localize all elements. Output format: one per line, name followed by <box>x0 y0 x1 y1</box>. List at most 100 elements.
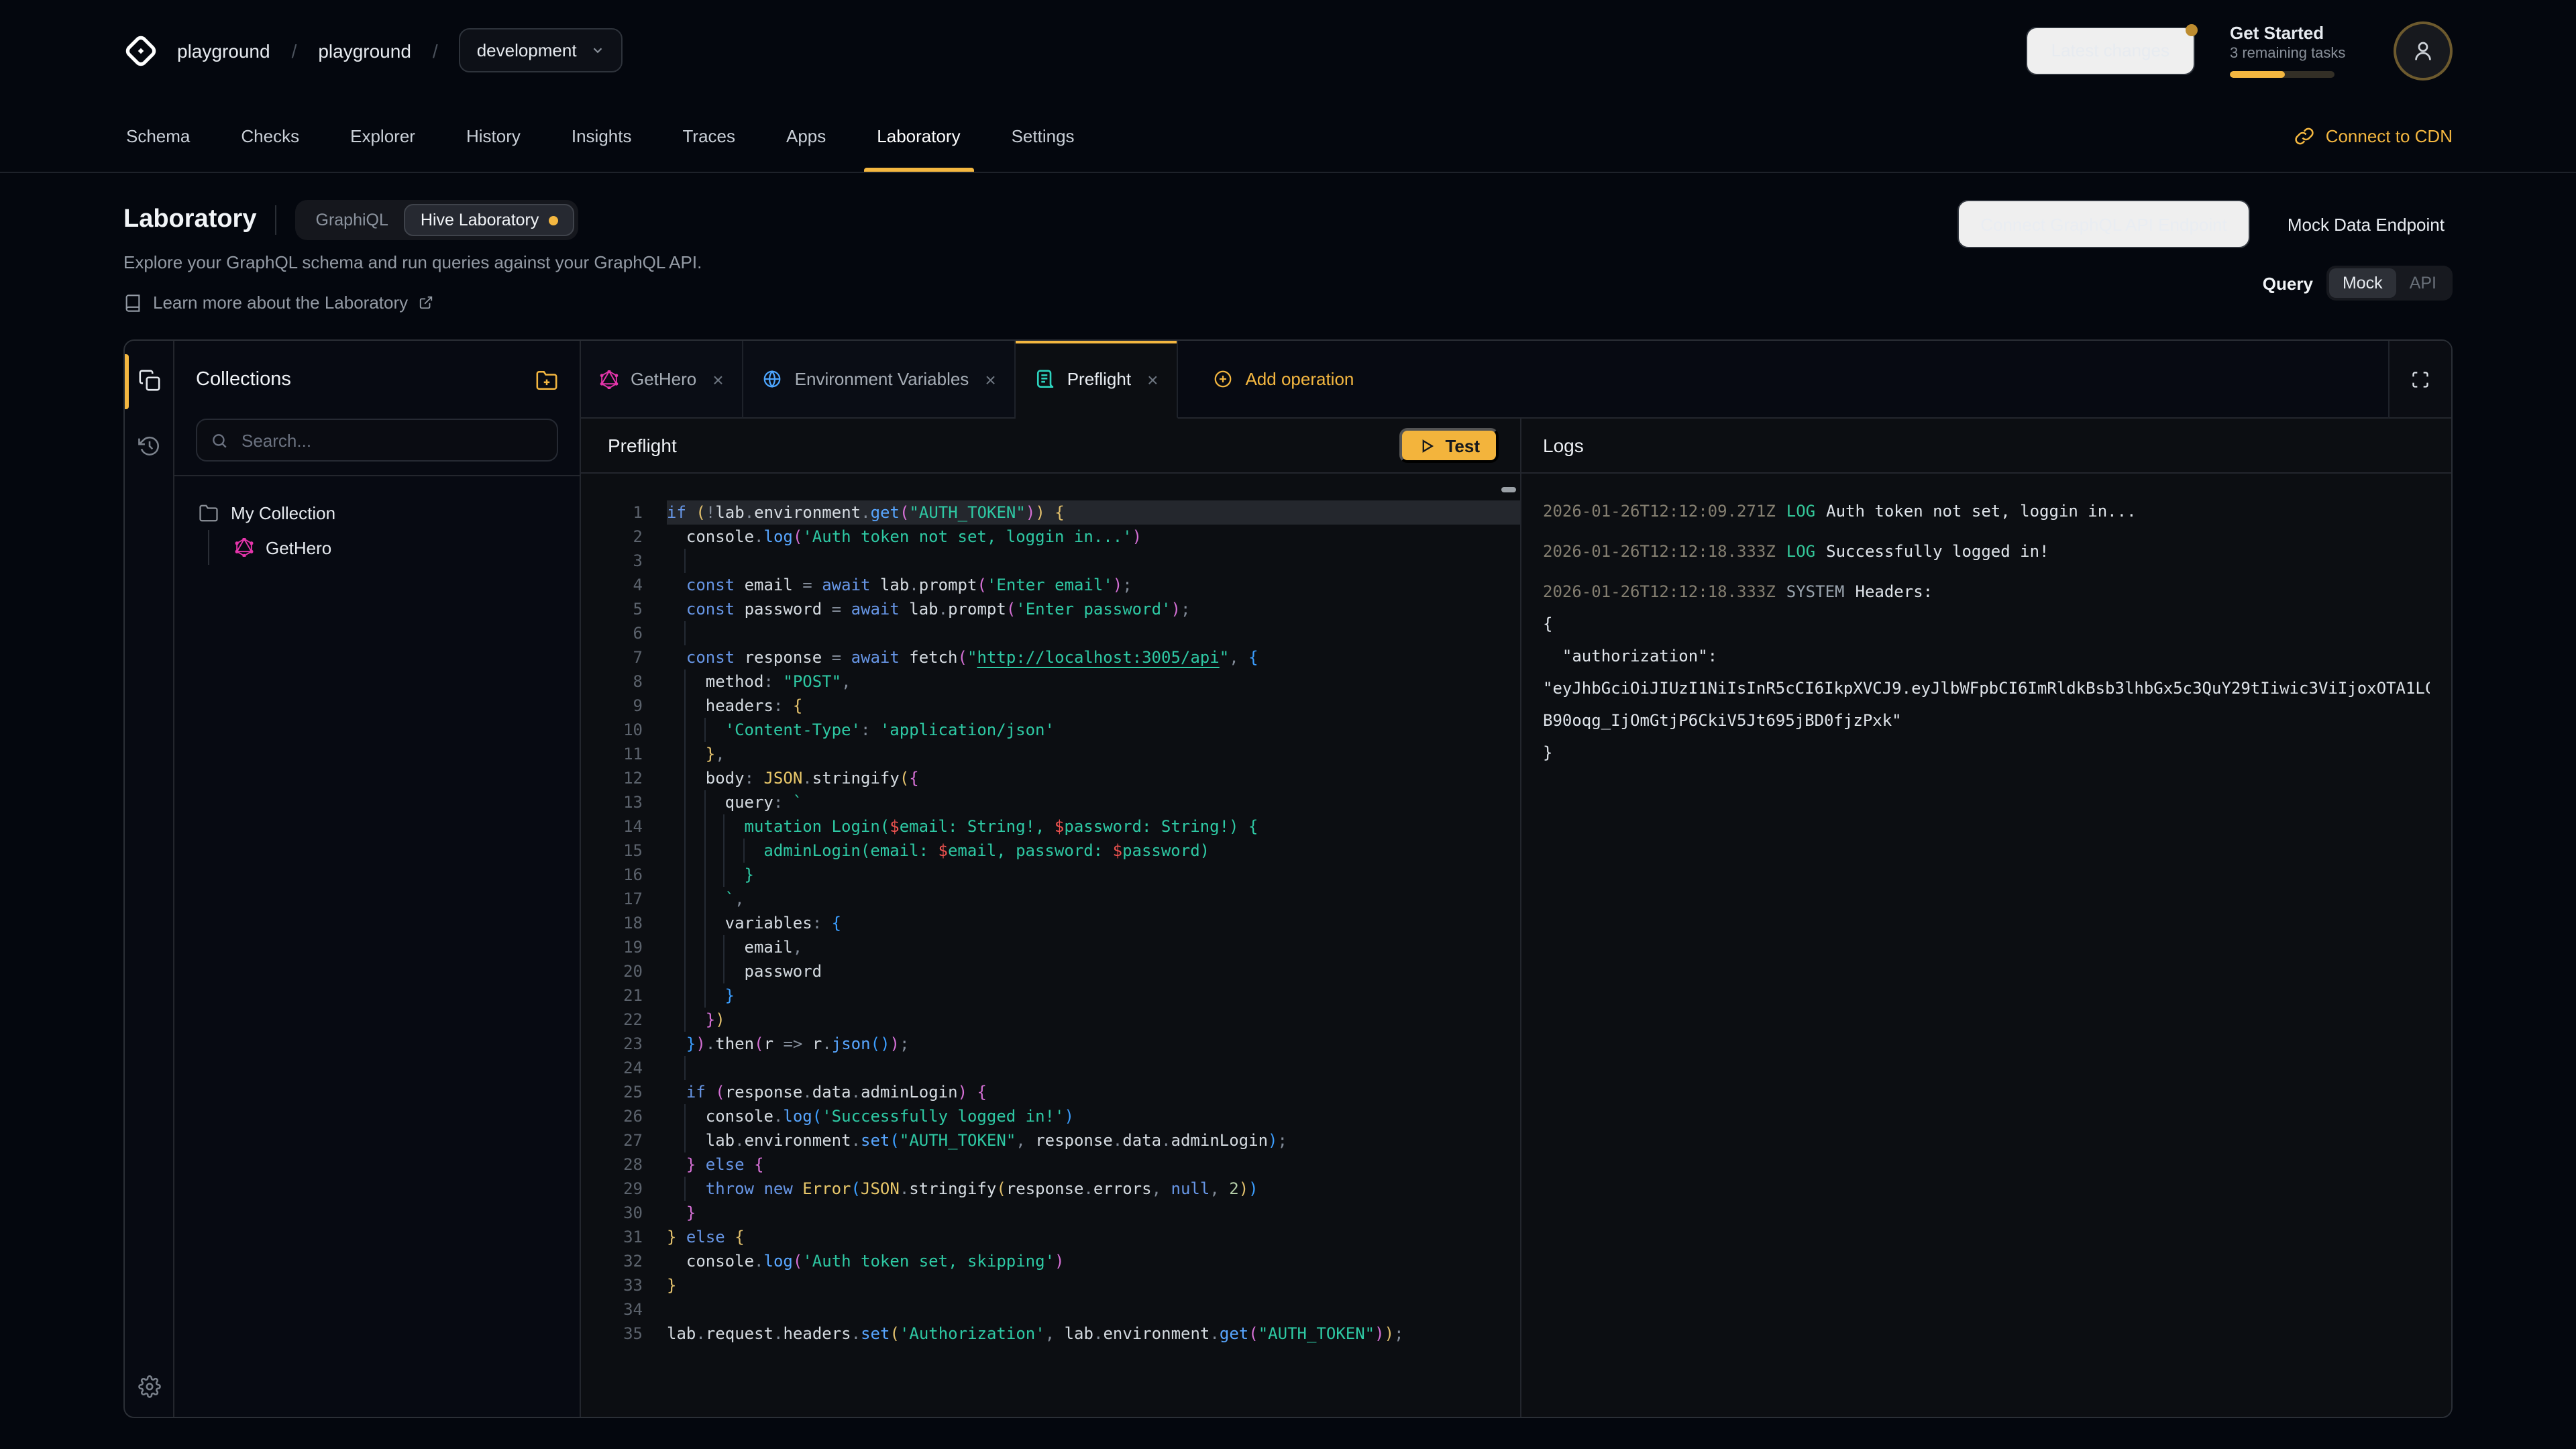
line-number: 1 <box>581 500 667 525</box>
connect-to-cdn-link[interactable]: Connect to CDN <box>2295 101 2453 172</box>
nav-tab-checks[interactable]: Checks <box>238 101 302 172</box>
query-mode-mock[interactable]: Mock <box>2329 268 2396 298</box>
code-line[interactable]: 35lab.request.headers.set('Authorization… <box>581 1322 1520 1346</box>
close-icon[interactable]: × <box>985 368 996 390</box>
code-line[interactable]: 25if (response.data.adminLogin) { <box>581 1080 1520 1104</box>
toggle-graphiql[interactable]: GraphiQL <box>300 204 405 236</box>
get-started-title: Get Started <box>2230 23 2359 43</box>
new-collection-button[interactable] <box>535 368 558 391</box>
fullscreen-button[interactable] <box>2388 341 2451 419</box>
code-line[interactable]: 4const email = await lab.prompt('Enter e… <box>581 573 1520 597</box>
learn-more-link[interactable]: Learn more about the Laboratory <box>123 292 702 313</box>
code-line[interactable]: 11}, <box>581 742 1520 766</box>
code-line[interactable]: 18variables: { <box>581 911 1520 935</box>
close-icon[interactable]: × <box>1147 368 1158 390</box>
code-line[interactable]: 2console.log('Auth token not set, loggin… <box>581 525 1520 549</box>
test-button[interactable]: Test <box>1399 428 1499 463</box>
code-line[interactable]: 6 <box>581 621 1520 645</box>
line-number: 3 <box>581 549 667 573</box>
gear-icon <box>138 1375 160 1398</box>
code-line[interactable]: 31} else { <box>581 1225 1520 1249</box>
nav-tab-history[interactable]: History <box>464 101 523 172</box>
nav-tab-laboratory[interactable]: Laboratory <box>874 101 963 172</box>
query-mode-api[interactable]: API <box>2396 268 2450 298</box>
chevron-down-icon <box>590 43 605 58</box>
collections-rail-button[interactable] <box>138 341 160 419</box>
line-number: 12 <box>581 766 667 790</box>
code-line[interactable]: 22}) <box>581 1008 1520 1032</box>
collections-sidebar: Collections <box>174 341 581 1417</box>
collection-folder[interactable]: My Collection <box>188 495 566 530</box>
code-line[interactable]: 24 <box>581 1056 1520 1080</box>
code-line[interactable]: 12body: JSON.stringify({ <box>581 766 1520 790</box>
code-line[interactable]: 19email, <box>581 935 1520 959</box>
code-line[interactable]: 21} <box>581 983 1520 1008</box>
editor-mode-toggle: GraphiQL Hive Laboratory <box>296 200 578 240</box>
line-number: 29 <box>581 1177 667 1201</box>
code-line[interactable]: 20password <box>581 959 1520 983</box>
user-avatar[interactable] <box>2394 21 2453 80</box>
code-line[interactable]: 10'Content-Type': 'application/json' <box>581 718 1520 742</box>
collection-operation[interactable]: GetHero <box>232 530 566 565</box>
operation-tab-preflight[interactable]: Preflight× <box>1016 341 1179 419</box>
nav-tab-schema[interactable]: Schema <box>123 101 193 172</box>
search-input[interactable] <box>239 429 543 451</box>
tab-label: GetHero <box>631 369 696 389</box>
code-line[interactable]: 17`, <box>581 887 1520 911</box>
accent-dot <box>548 215 557 225</box>
log-timestamp: 2026-01-26T12:12:18.333Z <box>1543 542 1776 561</box>
code-line[interactable]: 3 <box>581 549 1520 573</box>
code-line[interactable]: 15adminLogin(email: $email, password: $p… <box>581 839 1520 863</box>
code-line[interactable]: 14mutation Login($email: String!, $passw… <box>581 814 1520 839</box>
add-operation-button[interactable]: Add operation <box>1213 369 1354 389</box>
folder-open-icon <box>199 502 219 523</box>
code-line[interactable]: 23}).then(r => r.json()); <box>581 1032 1520 1056</box>
code-line[interactable]: 1if (!lab.environment.get("AUTH_TOKEN"))… <box>581 500 1520 525</box>
code-line[interactable]: 9headers: { <box>581 694 1520 718</box>
code-line[interactable]: 27lab.environment.set("AUTH_TOKEN", resp… <box>581 1128 1520 1152</box>
line-number: 6 <box>581 621 667 645</box>
settings-rail-button[interactable] <box>138 1375 160 1398</box>
get-started-widget[interactable]: Get Started 3 remaining tasks <box>2230 23 2359 78</box>
line-number: 19 <box>581 935 667 959</box>
breadcrumb-org[interactable]: playground <box>177 40 270 61</box>
active-rail-indicator <box>125 354 129 409</box>
code-line[interactable]: 7const response = await fetch("http://lo… <box>581 645 1520 669</box>
mock-endpoint-button[interactable]: Mock Data Endpoint <box>2279 213 2453 235</box>
main-nav: Schema Checks Explorer History Insights Trace… <box>0 101 2576 173</box>
nav-tab-explorer[interactable]: Explorer <box>347 101 418 172</box>
history-rail-button[interactable] <box>138 435 160 458</box>
code-line[interactable]: 34 <box>581 1297 1520 1322</box>
environment-select[interactable]: development <box>460 28 623 72</box>
code-line[interactable]: 16} <box>581 863 1520 887</box>
operation-tab-gethero[interactable]: GetHero × <box>581 341 744 419</box>
log-level: SYSTEM <box>1786 582 1845 601</box>
code-line[interactable]: 30} <box>581 1201 1520 1225</box>
line-number: 28 <box>581 1152 667 1177</box>
code-line[interactable]: 8method: "POST", <box>581 669 1520 694</box>
close-icon[interactable]: × <box>712 368 723 390</box>
scrollbar-thumb[interactable] <box>1501 487 1516 492</box>
code-line[interactable]: 28} else { <box>581 1152 1520 1177</box>
log-entry: 2026-01-26T12:12:09.271ZLOGAuth token no… <box>1543 495 2430 527</box>
connect-endpoint-button[interactable]: Connect GraphQL API Endpoint <box>1957 200 2250 248</box>
latest-changes-button[interactable]: Latest changes <box>2026 26 2195 74</box>
logs-output[interactable]: 2026-01-26T12:12:09.271ZLOGAuth token no… <box>1521 474 2451 1417</box>
code-line[interactable]: 29throw new Error(JSON.stringify(respons… <box>581 1177 1520 1201</box>
code-line[interactable]: 13query: ` <box>581 790 1520 814</box>
nav-tab-insights[interactable]: Insights <box>569 101 635 172</box>
breadcrumb-project[interactable]: playground <box>318 40 411 61</box>
code-line[interactable]: 33} <box>581 1273 1520 1297</box>
operation-tab-environment-variables[interactable]: Environment Variables× <box>744 341 1016 419</box>
code-line[interactable]: 26console.log('Successfully logged in!') <box>581 1104 1520 1128</box>
nav-tab-traces[interactable]: Traces <box>680 101 739 172</box>
toggle-hive-laboratory[interactable]: Hive Laboratory <box>405 204 574 236</box>
nav-tab-settings[interactable]: Settings <box>1009 101 1077 172</box>
hive-logo-icon[interactable] <box>123 33 158 68</box>
code-line[interactable]: 5const password = await lab.prompt('Ente… <box>581 597 1520 621</box>
code-line[interactable]: 32console.log('Auth token set, skipping'… <box>581 1249 1520 1273</box>
line-number: 2 <box>581 525 667 549</box>
code-editor[interactable]: 1if (!lab.environment.get("AUTH_TOKEN"))… <box>581 474 1520 1417</box>
nav-tab-apps[interactable]: Apps <box>784 101 828 172</box>
log-block-line: } <box>1543 737 2430 769</box>
